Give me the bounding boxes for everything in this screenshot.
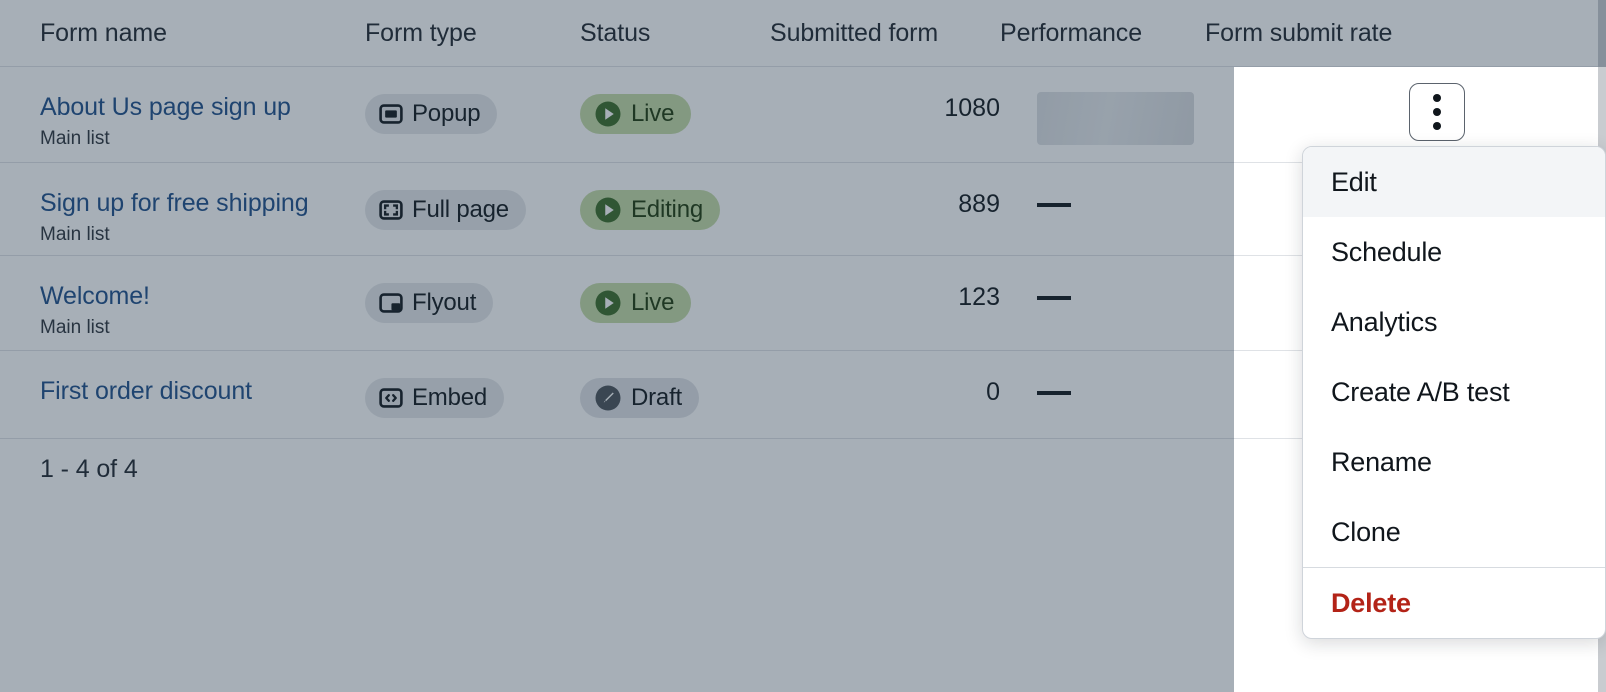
cell-form-name: About Us page sign up Main list — [40, 67, 365, 150]
cell-submitted-form: 0 — [986, 378, 1000, 406]
form-type-pill: Popup — [365, 94, 498, 134]
column-header-form-type[interactable]: Form type — [365, 19, 580, 48]
play-icon — [593, 99, 623, 129]
status-label: Live — [631, 100, 675, 127]
row-actions-button[interactable] — [1409, 83, 1465, 141]
cell-form-type: Full page — [365, 163, 580, 230]
status-badge: Live — [580, 283, 692, 323]
menu-item-clone[interactable]: Clone — [1303, 497, 1605, 567]
form-name-link[interactable]: Welcome! — [40, 283, 365, 310]
cell-form-submit-rate: 2.1% — [1205, 67, 1465, 141]
menu-item-edit[interactable]: Edit — [1303, 147, 1605, 217]
menu-item-analytics[interactable]: Analytics — [1303, 287, 1605, 357]
pencil-icon — [593, 383, 623, 413]
cell-submitted-form: 889 — [958, 190, 1000, 218]
cell-form-name: Welcome! Main list — [40, 256, 365, 339]
menu-item-create-ab-test[interactable]: Create A/B test — [1303, 357, 1605, 427]
cell-status: Draft — [580, 351, 770, 418]
popup-icon — [378, 101, 404, 127]
status-label: Editing — [631, 196, 703, 223]
status-badge: Editing — [580, 190, 720, 230]
form-list-label: Main list — [40, 224, 110, 246]
form-type-label: Flyout — [412, 289, 477, 316]
performance-empty-dash — [1037, 390, 1071, 395]
status-badge: Draft — [580, 378, 700, 418]
menu-item-schedule[interactable]: Schedule — [1303, 217, 1605, 287]
kebab-menu-icon — [1433, 122, 1441, 130]
form-type-pill: Embed — [365, 378, 505, 418]
embed-icon — [378, 385, 404, 411]
play-icon — [593, 195, 623, 225]
cell-status: Live — [580, 256, 770, 323]
status-label: Draft — [631, 384, 683, 411]
kebab-menu-icon — [1433, 108, 1441, 116]
form-type-label: Popup — [412, 100, 481, 127]
form-name-link[interactable]: About Us page sign up — [40, 94, 365, 121]
menu-item-rename[interactable]: Rename — [1303, 427, 1605, 497]
cell-form-type: Embed — [365, 351, 580, 418]
cell-form-name: First order discount — [40, 351, 365, 413]
flyout-icon — [378, 290, 404, 316]
performance-empty-dash — [1037, 202, 1071, 207]
cell-form-type: Flyout — [365, 256, 580, 323]
cell-submitted-form: 123 — [958, 283, 1000, 311]
form-type-label: Full page — [412, 196, 509, 223]
form-type-label: Embed — [412, 384, 488, 411]
cell-performance — [1000, 351, 1205, 396]
kebab-menu-icon — [1433, 94, 1441, 102]
column-header-form-name[interactable]: Form name — [40, 19, 365, 48]
form-name-link[interactable]: Sign up for free shipping — [40, 190, 365, 217]
cell-performance — [1000, 163, 1205, 208]
performance-loading-placeholder — [1037, 92, 1194, 145]
form-list-label: Main list — [40, 128, 110, 150]
cell-performance — [1000, 67, 1205, 145]
form-type-pill: Flyout — [365, 283, 494, 323]
cell-status: Editing — [580, 163, 770, 230]
cell-form-type: Popup — [365, 67, 580, 134]
cell-status: Live — [580, 67, 770, 134]
cell-performance — [1000, 256, 1205, 301]
row-actions-context-menu[interactable]: Edit Schedule Analytics Create A/B test … — [1302, 146, 1606, 639]
column-header-performance[interactable]: Performance — [1000, 19, 1205, 48]
column-header-status[interactable]: Status — [580, 19, 770, 48]
menu-item-delete[interactable]: Delete — [1303, 568, 1605, 638]
table-header-row: Form name Form type Status Submitted for… — [0, 0, 1606, 67]
performance-empty-dash — [1037, 295, 1071, 300]
dim-overlay-edge — [1598, 0, 1606, 67]
forms-list-screen: Form name Form type Status Submitted for… — [0, 0, 1606, 692]
form-list-label: Main list — [40, 317, 110, 339]
status-badge: Live — [580, 94, 692, 134]
fullpage-icon — [378, 197, 404, 223]
form-type-pill: Full page — [365, 190, 526, 230]
column-header-submitted[interactable]: Submitted form — [770, 19, 1000, 48]
pagination-summary: 1 - 4 of 4 — [40, 455, 138, 483]
cell-submitted-form: 1080 — [944, 94, 1000, 122]
play-icon — [593, 288, 623, 318]
form-name-link[interactable]: First order discount — [40, 378, 365, 405]
cell-form-name: Sign up for free shipping Main list — [40, 163, 365, 246]
column-header-submit-rate[interactable]: Form submit rate — [1205, 19, 1465, 48]
status-label: Live — [631, 289, 675, 316]
